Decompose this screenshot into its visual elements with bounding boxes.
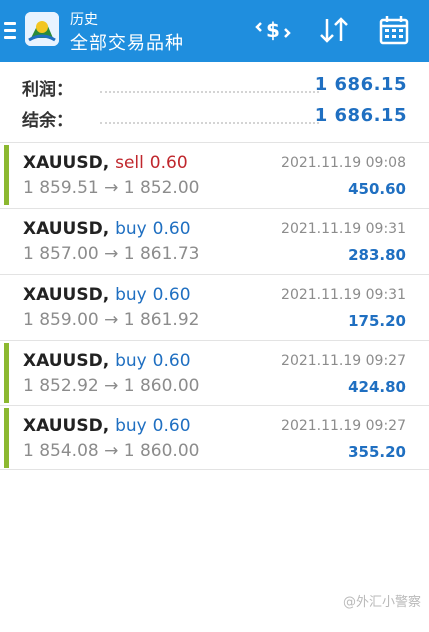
deal-symbol: XAUUSD, <box>23 285 110 305</box>
deal-time: 2021.11.19 09:27 <box>281 353 406 369</box>
arrow-right-icon: → <box>104 441 119 461</box>
summary-panel: 利润： 1 686.15 结余： 1 686.15 <box>0 62 429 140</box>
dotted-leader <box>100 91 319 93</box>
list-divider <box>0 469 429 470</box>
arrow-right-icon: → <box>104 178 119 198</box>
header-title[interactable]: 全部交易品种 <box>70 29 184 55</box>
app-header: 历史 全部交易品种 $ <box>0 0 429 62</box>
deal-symbol: XAUUSD, <box>23 219 110 239</box>
deal-row[interactable]: XAUUSD, buy 0.60 1 859.00 → 1 861.92 202… <box>0 274 429 339</box>
deal-profit: 283.80 <box>348 246 406 264</box>
deal-close-price: 1 852.00 <box>123 178 200 198</box>
sort-arrows-icon[interactable] <box>316 13 352 47</box>
deal-side: buy <box>115 219 147 239</box>
arrow-right-icon: → <box>104 376 119 396</box>
deal-profit: 424.80 <box>348 378 406 396</box>
header-subtitle: 历史 <box>70 12 98 28</box>
dotted-leader <box>100 122 319 124</box>
deal-open-price: 1 852.92 <box>23 376 99 396</box>
balance-row: 结余： 1 686.15 <box>0 102 429 132</box>
deal-time: 2021.11.19 09:31 <box>281 221 406 237</box>
deal-row[interactable]: XAUUSD, sell 0.60 1 859.51 → 1 852.00 20… <box>0 142 429 207</box>
deal-profit: 175.20 <box>348 312 406 330</box>
deal-close-price: 1 861.92 <box>123 310 200 330</box>
deal-close-price: 1 861.73 <box>123 244 200 264</box>
balance-value: 1 686.15 <box>314 105 407 126</box>
deal-volume: 0.60 <box>152 285 191 305</box>
profit-value: 1 686.15 <box>314 74 407 95</box>
deal-row[interactable]: XAUUSD, buy 0.60 1 854.08 → 1 860.00 202… <box>0 405 429 470</box>
deal-volume: 0.60 <box>152 219 191 239</box>
deal-profit: 355.20 <box>348 443 406 461</box>
watermark: @外汇小警察 <box>342 595 421 610</box>
metatrader-logo <box>25 12 59 46</box>
deal-close-price: 1 860.00 <box>123 376 200 396</box>
deal-volume: 0.60 <box>149 153 188 173</box>
arrow-right-icon: → <box>104 310 119 330</box>
balance-label: 结余： <box>22 111 73 131</box>
deal-time: 2021.11.19 09:27 <box>281 418 406 434</box>
arrow-right-icon: → <box>104 244 119 264</box>
deal-symbol: XAUUSD, <box>23 416 110 436</box>
deal-symbol: XAUUSD, <box>23 153 110 173</box>
deal-side: buy <box>115 285 147 305</box>
deal-close-price: 1 860.00 <box>123 441 200 461</box>
deal-open-price: 1 857.00 <box>23 244 99 264</box>
deal-side: buy <box>115 351 147 371</box>
deal-open-price: 1 854.08 <box>23 441 99 461</box>
deal-row[interactable]: XAUUSD, buy 0.60 1 852.92 → 1 860.00 202… <box>0 340 429 405</box>
deal-volume: 0.60 <box>152 416 191 436</box>
dollar-sort-icon[interactable]: $ <box>255 13 291 47</box>
deal-side: buy <box>115 416 147 436</box>
deal-row[interactable]: XAUUSD, buy 0.60 1 857.00 → 1 861.73 202… <box>0 208 429 273</box>
deal-volume: 0.60 <box>152 351 191 371</box>
deal-profit: 450.60 <box>348 180 406 198</box>
profit-row: 利润： 1 686.15 <box>0 71 429 101</box>
deal-time: 2021.11.19 09:08 <box>281 155 406 171</box>
deal-side: sell <box>115 153 144 173</box>
calendar-icon[interactable] <box>376 13 412 47</box>
deal-symbol: XAUUSD, <box>23 351 110 371</box>
hamburger-icon[interactable] <box>4 22 16 42</box>
deal-open-price: 1 859.00 <box>23 310 99 330</box>
deal-open-price: 1 859.51 <box>23 178 99 198</box>
profit-label: 利润： <box>22 80 73 100</box>
svg-text:$: $ <box>266 18 280 42</box>
deal-time: 2021.11.19 09:31 <box>281 287 406 303</box>
